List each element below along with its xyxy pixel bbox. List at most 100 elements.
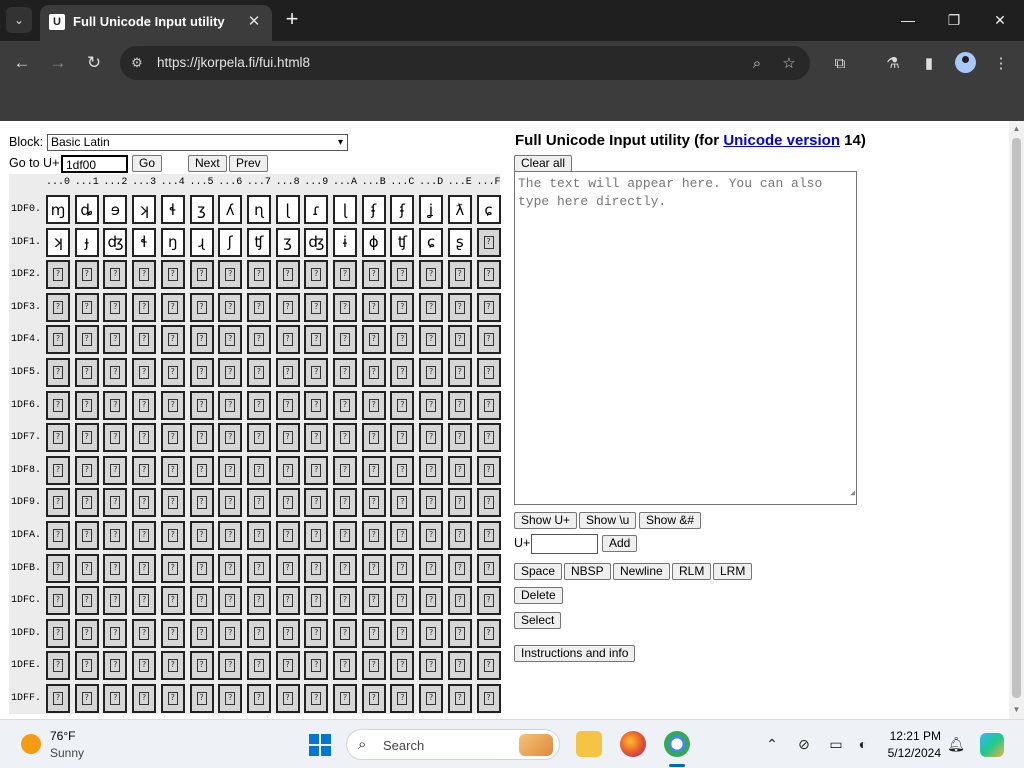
unassigned-cell[interactable] (74, 488, 99, 518)
unassigned-cell[interactable] (361, 521, 386, 550)
unassigned-cell[interactable] (447, 390, 472, 420)
unassigned-cell[interactable] (447, 521, 472, 550)
prev-button[interactable]: Prev (229, 155, 268, 172)
unassigned-cell[interactable] (361, 358, 386, 387)
unassigned-cell[interactable] (74, 618, 99, 648)
unassigned-cell[interactable] (103, 651, 128, 681)
unassigned-cell[interactable] (447, 260, 472, 290)
unassigned-cell[interactable] (390, 651, 415, 681)
unassigned-cell[interactable] (246, 651, 271, 681)
unassigned-cell[interactable] (333, 292, 357, 322)
browser-tab[interactable]: U Full Unicode Input utility ✕ (40, 5, 272, 41)
unassigned-cell[interactable] (218, 292, 243, 322)
unassigned-cell[interactable] (246, 358, 271, 387)
unassigned-cell[interactable] (447, 358, 472, 387)
unassigned-cell[interactable] (160, 521, 185, 550)
unassigned-cell[interactable] (46, 521, 70, 550)
unassigned-cell[interactable] (333, 521, 357, 550)
unassigned-cell[interactable] (476, 325, 501, 355)
show-entity-button[interactable]: Show &# (639, 512, 702, 529)
unassigned-cell[interactable] (275, 358, 300, 387)
unassigned-cell[interactable] (46, 586, 70, 616)
unassigned-cell[interactable] (246, 325, 271, 355)
site-info-icon[interactable]: ⚙ (128, 54, 146, 72)
labs-icon[interactable]: ⚗ (881, 51, 905, 75)
unassigned-cell[interactable] (189, 651, 214, 681)
unassigned-cell[interactable] (132, 553, 157, 583)
unassigned-cell[interactable] (46, 618, 70, 648)
character-cell[interactable]: ɬ (132, 227, 157, 257)
volume-icon[interactable]: ◐ (853, 735, 873, 753)
unassigned-cell[interactable] (189, 423, 214, 453)
unassigned-cell[interactable] (74, 423, 99, 453)
character-cell[interactable]: ʎ (218, 195, 243, 224)
unassigned-cell[interactable] (103, 618, 128, 648)
unassigned-cell[interactable] (304, 325, 329, 355)
unassigned-cell[interactable] (333, 586, 357, 616)
unassigned-cell[interactable] (74, 292, 99, 322)
unassigned-cell[interactable] (103, 358, 128, 387)
unassigned-cell[interactable] (361, 651, 386, 681)
unassigned-cell[interactable] (246, 586, 271, 616)
unassigned-cell[interactable] (189, 325, 214, 355)
clock-date[interactable]: 5/12/2024 (883, 746, 941, 760)
unassigned-cell[interactable] (476, 292, 501, 322)
unassigned-cell[interactable] (304, 651, 329, 681)
unassigned-cell[interactable] (447, 618, 472, 648)
copilot-icon[interactable] (980, 733, 1004, 757)
character-cell[interactable]: ʂ (447, 227, 472, 257)
character-cell[interactable]: ɳ (246, 195, 271, 224)
unassigned-cell[interactable] (361, 260, 386, 290)
unassigned-cell[interactable] (246, 390, 271, 420)
unassigned-cell[interactable] (361, 292, 386, 322)
unassigned-cell[interactable] (333, 618, 357, 648)
scroll-down-icon[interactable]: ▼ (1012, 705, 1021, 715)
display-icon[interactable]: ▭ (826, 735, 846, 753)
unassigned-cell[interactable] (419, 488, 444, 518)
go-button[interactable]: Go (132, 155, 163, 172)
character-cell[interactable]: ɭ (333, 195, 357, 224)
show-uplus-button[interactable]: Show U+ (514, 512, 578, 529)
url-text[interactable]: https://jkorpela.fi/fui.html8 (157, 55, 310, 70)
unassigned-cell[interactable] (103, 521, 128, 550)
character-cell[interactable]: ʞ (46, 227, 70, 257)
unassigned-cell[interactable] (132, 455, 157, 485)
unassigned-cell[interactable] (361, 390, 386, 420)
close-icon[interactable]: ✕ (244, 11, 264, 31)
forward-icon[interactable]: → (45, 50, 71, 76)
chevron-up-icon[interactable]: ⌃ (762, 735, 782, 753)
unassigned-cell[interactable] (246, 488, 271, 518)
unassigned-cell[interactable] (419, 684, 444, 713)
unassigned-cell[interactable] (419, 358, 444, 387)
unassigned-cell[interactable] (476, 390, 501, 420)
unassigned-cell[interactable] (447, 684, 472, 713)
uplus-input[interactable] (531, 534, 598, 554)
unassigned-cell[interactable] (218, 618, 243, 648)
unassigned-cell[interactable] (304, 521, 329, 550)
tab-search-icon[interactable]: ⌄ (6, 7, 32, 33)
unassigned-cell[interactable] (246, 684, 271, 713)
unassigned-cell[interactable] (160, 651, 185, 681)
unassigned-cell[interactable] (189, 586, 214, 616)
unassigned-cell[interactable] (103, 488, 128, 518)
character-cell[interactable]: ʧ (246, 227, 271, 257)
unassigned-cell[interactable] (246, 618, 271, 648)
unassigned-cell[interactable] (103, 325, 128, 355)
unassigned-cell[interactable] (160, 423, 185, 453)
unassigned-cell[interactable] (103, 586, 128, 616)
unassigned-cell[interactable] (333, 488, 357, 518)
unassigned-cell[interactable] (218, 423, 243, 453)
unassigned-cell[interactable] (390, 553, 415, 583)
unassigned-cell[interactable] (246, 260, 271, 290)
character-cell[interactable]: ʞ (132, 195, 157, 224)
character-cell[interactable]: ɱ (46, 195, 70, 224)
unassigned-cell[interactable] (304, 684, 329, 713)
sidebar-icon[interactable]: ▮ (917, 51, 941, 75)
rlm-button[interactable]: RLM (672, 563, 712, 580)
zoom-icon[interactable]: ⌕ (748, 54, 766, 72)
reload-icon[interactable]: ↻ (81, 50, 107, 76)
notification-bell-icon[interactable]: 🔔︎ (946, 735, 966, 753)
unassigned-cell[interactable] (218, 390, 243, 420)
unassigned-cell[interactable] (275, 292, 300, 322)
unassigned-cell[interactable] (447, 292, 472, 322)
